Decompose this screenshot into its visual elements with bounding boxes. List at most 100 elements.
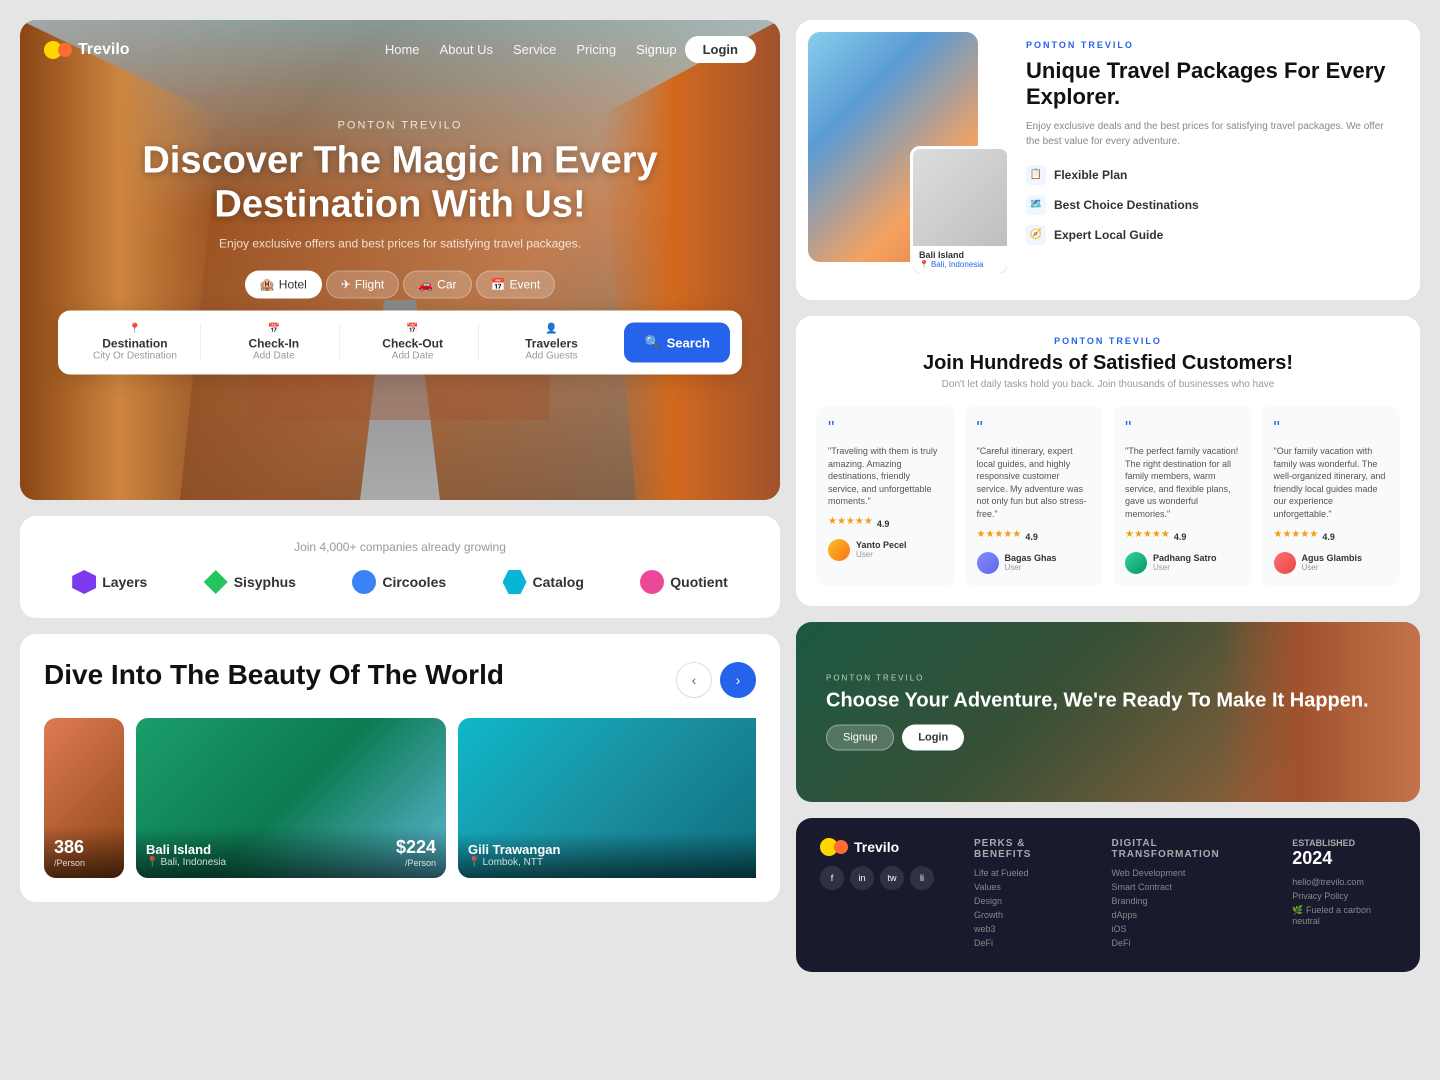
- person-icon: 👤: [497, 324, 607, 335]
- unique-brand: PONTON TREVILO: [1026, 40, 1400, 50]
- destination-card-bali[interactable]: Bali Island 📍 Bali, Indonesia $224 /Pers…: [136, 718, 446, 878]
- author-info-2: Bagas Ghas User: [1005, 553, 1057, 572]
- company-sisyphus-label: Sisyphus: [234, 574, 296, 590]
- author-info-4: Agus Glambis User: [1302, 553, 1363, 572]
- hero-title: Discover The Magic In Every Destination …: [58, 140, 742, 227]
- nav-pricing[interactable]: Pricing: [576, 42, 616, 57]
- circooles-icon: [352, 570, 376, 594]
- footer-item-webdev: Web Development: [1111, 868, 1262, 878]
- testimonials-subtitle: Don't let daily tasks hold you back. Joi…: [816, 379, 1400, 390]
- nav-home[interactable]: Home: [385, 42, 420, 57]
- digital-col-title: Digital Transformation: [1111, 838, 1262, 860]
- tab-flight[interactable]: ✈ Flight: [326, 271, 399, 299]
- perks-col-title: Perks & Benefits: [974, 838, 1081, 860]
- leaf-icon: 🌿: [1292, 905, 1303, 915]
- left-panel: Trevilo Home About Us Service Pricing Si…: [20, 20, 780, 1060]
- quote-icon-1: ": [828, 418, 943, 439]
- cta-section: PONTON TREVILO Choose Your Adventure, We…: [796, 622, 1420, 802]
- author-info-3: Padhang Satro User: [1153, 553, 1217, 572]
- stars-3: ★★★★★: [1125, 529, 1170, 540]
- destination-card-partial[interactable]: 386 /Person: [44, 718, 124, 878]
- cta-login-button[interactable]: Login: [902, 724, 964, 750]
- dest-price-sub-partial: /Person: [54, 858, 114, 868]
- quotient-icon: [640, 570, 664, 594]
- quote-icon-2: ": [977, 418, 1092, 439]
- best-choice-icon: 🗺️: [1026, 195, 1046, 215]
- flight-icon: ✈: [341, 278, 351, 292]
- nav-about[interactable]: About Us: [440, 42, 493, 57]
- social-facebook[interactable]: f: [820, 866, 844, 890]
- gili-card-location: 📍 Lombok, NTT: [468, 857, 560, 868]
- tab-event-label: Event: [509, 278, 540, 292]
- author-role-1: User: [856, 550, 907, 559]
- social-instagram[interactable]: in: [850, 866, 874, 890]
- quote-icon-3: ": [1125, 418, 1240, 439]
- checkin-sub: Add Date: [219, 351, 329, 362]
- footer-privacy: Privacy Policy: [1292, 891, 1396, 901]
- company-circooles-label: Circooles: [382, 574, 446, 590]
- established-label: ESTABLISHED: [1292, 838, 1396, 848]
- destination-label: Destination: [80, 337, 190, 351]
- company-quotient-label: Quotient: [670, 574, 728, 590]
- company-circooles: Circooles: [352, 570, 446, 594]
- unique-desc: Enjoy exclusive deals and the best price…: [1026, 119, 1400, 149]
- prev-arrow-button[interactable]: ‹: [676, 662, 712, 698]
- search-button[interactable]: 🔍 Search: [624, 323, 730, 363]
- testimonials-title: Join Hundreds of Satisfied Customers!: [816, 352, 1400, 375]
- feature-flexible: 📋 Flexible Plan: [1026, 165, 1400, 185]
- company-quotient: Quotient: [640, 570, 728, 594]
- sisyphus-icon: [204, 570, 228, 594]
- flexible-plan-icon: 📋: [1026, 165, 1046, 185]
- footer-section: Trevilo f in tw li Perks & Benefits Life…: [796, 818, 1420, 972]
- testimonial-4: " "Our family vacation with family was w…: [1262, 406, 1401, 586]
- hero-content: PONTON TREVILO Discover The Magic In Eve…: [58, 120, 742, 375]
- destinations-header: Dive Into The Beauty Of The World ‹ ›: [44, 658, 756, 698]
- footer-circle-orange: [834, 840, 848, 854]
- testimonial-text-3: "The perfect family vacation! The right …: [1125, 445, 1240, 521]
- rating-2: 4.9: [1025, 532, 1038, 542]
- tab-event[interactable]: 📅 Event: [476, 271, 556, 299]
- nav-links: Home About Us Service Pricing: [385, 42, 616, 57]
- search-bar: 📍 Destination City Or Destination 📅 Chec…: [58, 311, 742, 375]
- destinations-section: Dive Into The Beauty Of The World ‹ › 38…: [20, 634, 780, 902]
- dest-overlay-1: 386 /Person: [44, 827, 124, 878]
- author-role-2: User: [1005, 563, 1057, 572]
- destination-card-gili[interactable]: Gili Trawangan 📍 Lombok, NTT: [458, 718, 756, 878]
- footer-item-defi2: DeFi: [1111, 938, 1262, 948]
- stars-1: ★★★★★: [828, 516, 873, 527]
- location-pin-icon: 📍: [146, 857, 158, 868]
- nav-login-button[interactable]: Login: [685, 36, 756, 63]
- author-name-3: Padhang Satro: [1153, 553, 1217, 563]
- logo: Trevilo: [44, 41, 130, 59]
- nav-arrows: ‹ ›: [676, 658, 756, 698]
- tab-hotel[interactable]: 🏨 Hotel: [245, 271, 322, 299]
- testimonial-1: " "Traveling with them is truly amazing.…: [816, 406, 955, 586]
- layers-icon: [72, 570, 96, 594]
- cta-signup-button[interactable]: Signup: [826, 724, 894, 750]
- footer-item-design: Design: [974, 896, 1081, 906]
- footer-item-values: Values: [974, 882, 1081, 892]
- avatar-1: [828, 539, 850, 561]
- dest-price-partial: 386: [54, 837, 114, 858]
- companies-list: Layers Sisyphus Circooles Catalog Quotie…: [44, 570, 756, 594]
- destination-field: 📍 Destination City Or Destination: [70, 324, 201, 362]
- author-1: Yanto Pecel User: [828, 539, 943, 561]
- next-arrow-button[interactable]: ›: [720, 662, 756, 698]
- tab-car[interactable]: 🚗 Car: [403, 271, 471, 299]
- search-icon: 🔍: [644, 335, 660, 351]
- footer-item-ios: iOS: [1111, 924, 1262, 934]
- footer-logo-icon: [820, 838, 848, 856]
- nav-signup-button[interactable]: Signup: [636, 42, 676, 57]
- social-linkedin[interactable]: li: [910, 866, 934, 890]
- quote-icon-4: ": [1274, 418, 1389, 439]
- feature-destinations-label: Best Choice Destinations: [1054, 198, 1199, 212]
- feature-guide: 🧭 Expert Local Guide: [1026, 225, 1400, 245]
- social-twitter[interactable]: tw: [880, 866, 904, 890]
- feature-destinations: 🗺️ Best Choice Destinations: [1026, 195, 1400, 215]
- testimonial-3: " "The perfect family vacation! The righ…: [1113, 406, 1252, 586]
- checkout-sub: Add Date: [358, 351, 468, 362]
- nav-service[interactable]: Service: [513, 42, 556, 57]
- dest-overlay-gili: Gili Trawangan 📍 Lombok, NTT: [458, 832, 756, 878]
- unique-content: PONTON TREVILO Unique Travel Packages Fo…: [1016, 20, 1420, 300]
- stars-2: ★★★★★: [977, 529, 1022, 540]
